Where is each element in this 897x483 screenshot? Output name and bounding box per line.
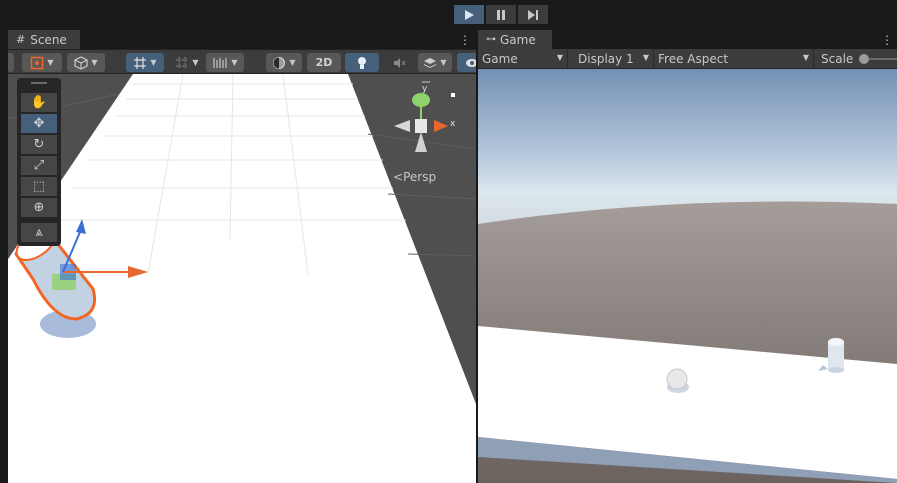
game-tab-menu-icon[interactable]: ⋮ — [881, 33, 893, 47]
chevron-down-icon: ▼ — [556, 53, 563, 62]
chevron-down-icon: ▼ — [802, 53, 809, 62]
ball-object[interactable] — [666, 368, 688, 390]
draw-mode-dropdown[interactable]: ▼ — [22, 53, 62, 72]
rect-tool-icon: ⬚ — [32, 179, 46, 194]
gizmo-lock-icon — [451, 93, 455, 97]
gizmo-center-cube[interactable] — [415, 119, 427, 133]
scale-slider-track[interactable] — [869, 58, 897, 60]
chevron-down-icon: ▼ — [231, 58, 238, 67]
chevron-down-icon: ▼ — [150, 58, 157, 67]
gizmo-y-cone[interactable] — [412, 93, 430, 107]
projection-toggle[interactable]: <Persp — [393, 170, 436, 184]
gizmo-y-label: y — [422, 84, 428, 94]
gizmo-neg-x-cone[interactable] — [394, 120, 410, 132]
gamepad-icon: ⊶ — [486, 34, 496, 45]
display-dropdown[interactable]: Display 1 ▼ — [574, 49, 654, 68]
shading-mode-dropdown[interactable]: ▼ — [266, 53, 302, 72]
custom-tool-icon: ⩓ — [35, 225, 43, 240]
display-value: Display 1 — [578, 51, 634, 66]
rotate-tool-icon: ↻ — [33, 137, 45, 152]
layers-icon — [424, 57, 437, 68]
pause-icon — [497, 9, 505, 20]
aspect-dropdown[interactable]: Free Aspect ▼ — [654, 49, 814, 68]
view-mode-dropdown[interactable]: Game ▼ — [478, 49, 568, 68]
move-tool-button[interactable]: ✥ — [21, 114, 57, 133]
rect-tool-button[interactable]: ⬚ — [21, 177, 57, 196]
hidden-objects-toggle[interactable] — [457, 53, 476, 72]
game-viewport[interactable] — [478, 69, 897, 483]
scale-tool-icon: ⤢ — [33, 158, 45, 173]
move-tool-icon: ✥ — [33, 116, 45, 131]
rotate-tool-button[interactable]: ↻ — [21, 135, 57, 154]
toolbar-overflow-handle[interactable] — [8, 53, 14, 72]
chevron-down-icon: ▼ — [289, 58, 296, 67]
cube-icon — [74, 55, 89, 70]
grid-visibility-dropdown[interactable]: ▼ — [126, 53, 164, 72]
projection-label: Persp — [403, 170, 437, 184]
toggle-2d-button[interactable]: 2D — [307, 53, 341, 72]
increment-snap-dropdown[interactable]: ▼ — [206, 53, 244, 72]
scene-toolbar: ▼ ▼ ▼ ▼ ▼ ▼ 2D ▼ — [8, 49, 476, 74]
pivot-dropdown[interactable]: ▼ — [67, 53, 105, 72]
toggle-2d-label: 2D — [315, 56, 333, 69]
perspective-icon: < — [393, 170, 404, 184]
snap-grid-icon — [176, 56, 189, 69]
audio-toggle[interactable] — [384, 53, 414, 72]
effects-dropdown[interactable]: ▼ — [418, 53, 452, 72]
game-tab-bar: ⊶ Game ⋮ — [478, 30, 897, 49]
chevron-down-icon: ▼ — [91, 58, 98, 67]
gizmo-x-cone[interactable] — [434, 120, 448, 132]
gizmo-x-label: x — [450, 119, 456, 129]
step-icon — [528, 9, 538, 20]
lighting-toggle[interactable] — [345, 53, 379, 72]
overlay-drag-handle[interactable] — [31, 82, 47, 84]
aspect-value: Free Aspect — [658, 51, 729, 66]
custom-tool-button[interactable]: ⩓ — [21, 223, 57, 242]
transform-tool-icon: ⊕ — [33, 200, 45, 215]
view-mode-value: Game — [482, 51, 518, 66]
eye-icon — [466, 58, 476, 67]
step-button[interactable] — [518, 5, 548, 24]
chevron-down-icon: ▼ — [47, 58, 54, 67]
chevron-down-icon: ▼ — [192, 58, 199, 67]
scene-viewport[interactable]: ✋ ✥ ↻ ⤢ ⬚ ⊕ ⩓ y x <Persp — [8, 74, 476, 483]
grid-snap-icon — [134, 56, 147, 69]
increment-snap-icon — [213, 57, 227, 68]
scene-tab-bar: # Scene ⋮ — [8, 30, 476, 49]
tab-scene[interactable]: # Scene — [8, 30, 80, 49]
tab-game[interactable]: ⊶ Game — [478, 30, 552, 49]
gizmo-neg-y-cone[interactable] — [415, 132, 427, 152]
tools-overlay: ✋ ✥ ↻ ⤢ ⬚ ⊕ ⩓ — [17, 78, 61, 246]
game-toolbar: Game ▼ Display 1 ▼ Free Aspect ▼ Scale — [478, 49, 897, 69]
game-canvas — [478, 69, 897, 483]
game-tab-label: Game — [500, 32, 536, 47]
scene-tab-label: Scene — [30, 32, 67, 47]
chevron-down-icon: ▼ — [642, 53, 649, 62]
play-button[interactable] — [454, 5, 484, 24]
pause-button[interactable] — [486, 5, 516, 24]
speaker-icon — [394, 57, 406, 68]
transform-tool-button[interactable]: ⊕ — [21, 198, 57, 217]
scene-tab-menu-icon[interactable]: ⋮ — [459, 33, 471, 47]
grid-snapping-dropdown[interactable]: ▼ — [170, 53, 204, 72]
play-icon — [465, 9, 474, 20]
sphere-shading-icon — [273, 56, 286, 69]
play-mode-bar — [0, 0, 897, 30]
lightbulb-icon — [358, 56, 366, 69]
scale-slider[interactable]: Scale — [817, 49, 897, 68]
hand-tool-button[interactable]: ✋ — [21, 93, 57, 112]
hand-tool-icon: ✋ — [30, 95, 48, 110]
chevron-down-icon: ▼ — [440, 58, 447, 67]
draw-mode-icon — [31, 56, 44, 69]
scale-slider-thumb[interactable] — [859, 54, 869, 64]
scale-label: Scale — [821, 51, 854, 66]
scale-tool-button[interactable]: ⤢ — [21, 156, 57, 175]
grid-icon: # — [16, 33, 26, 46]
